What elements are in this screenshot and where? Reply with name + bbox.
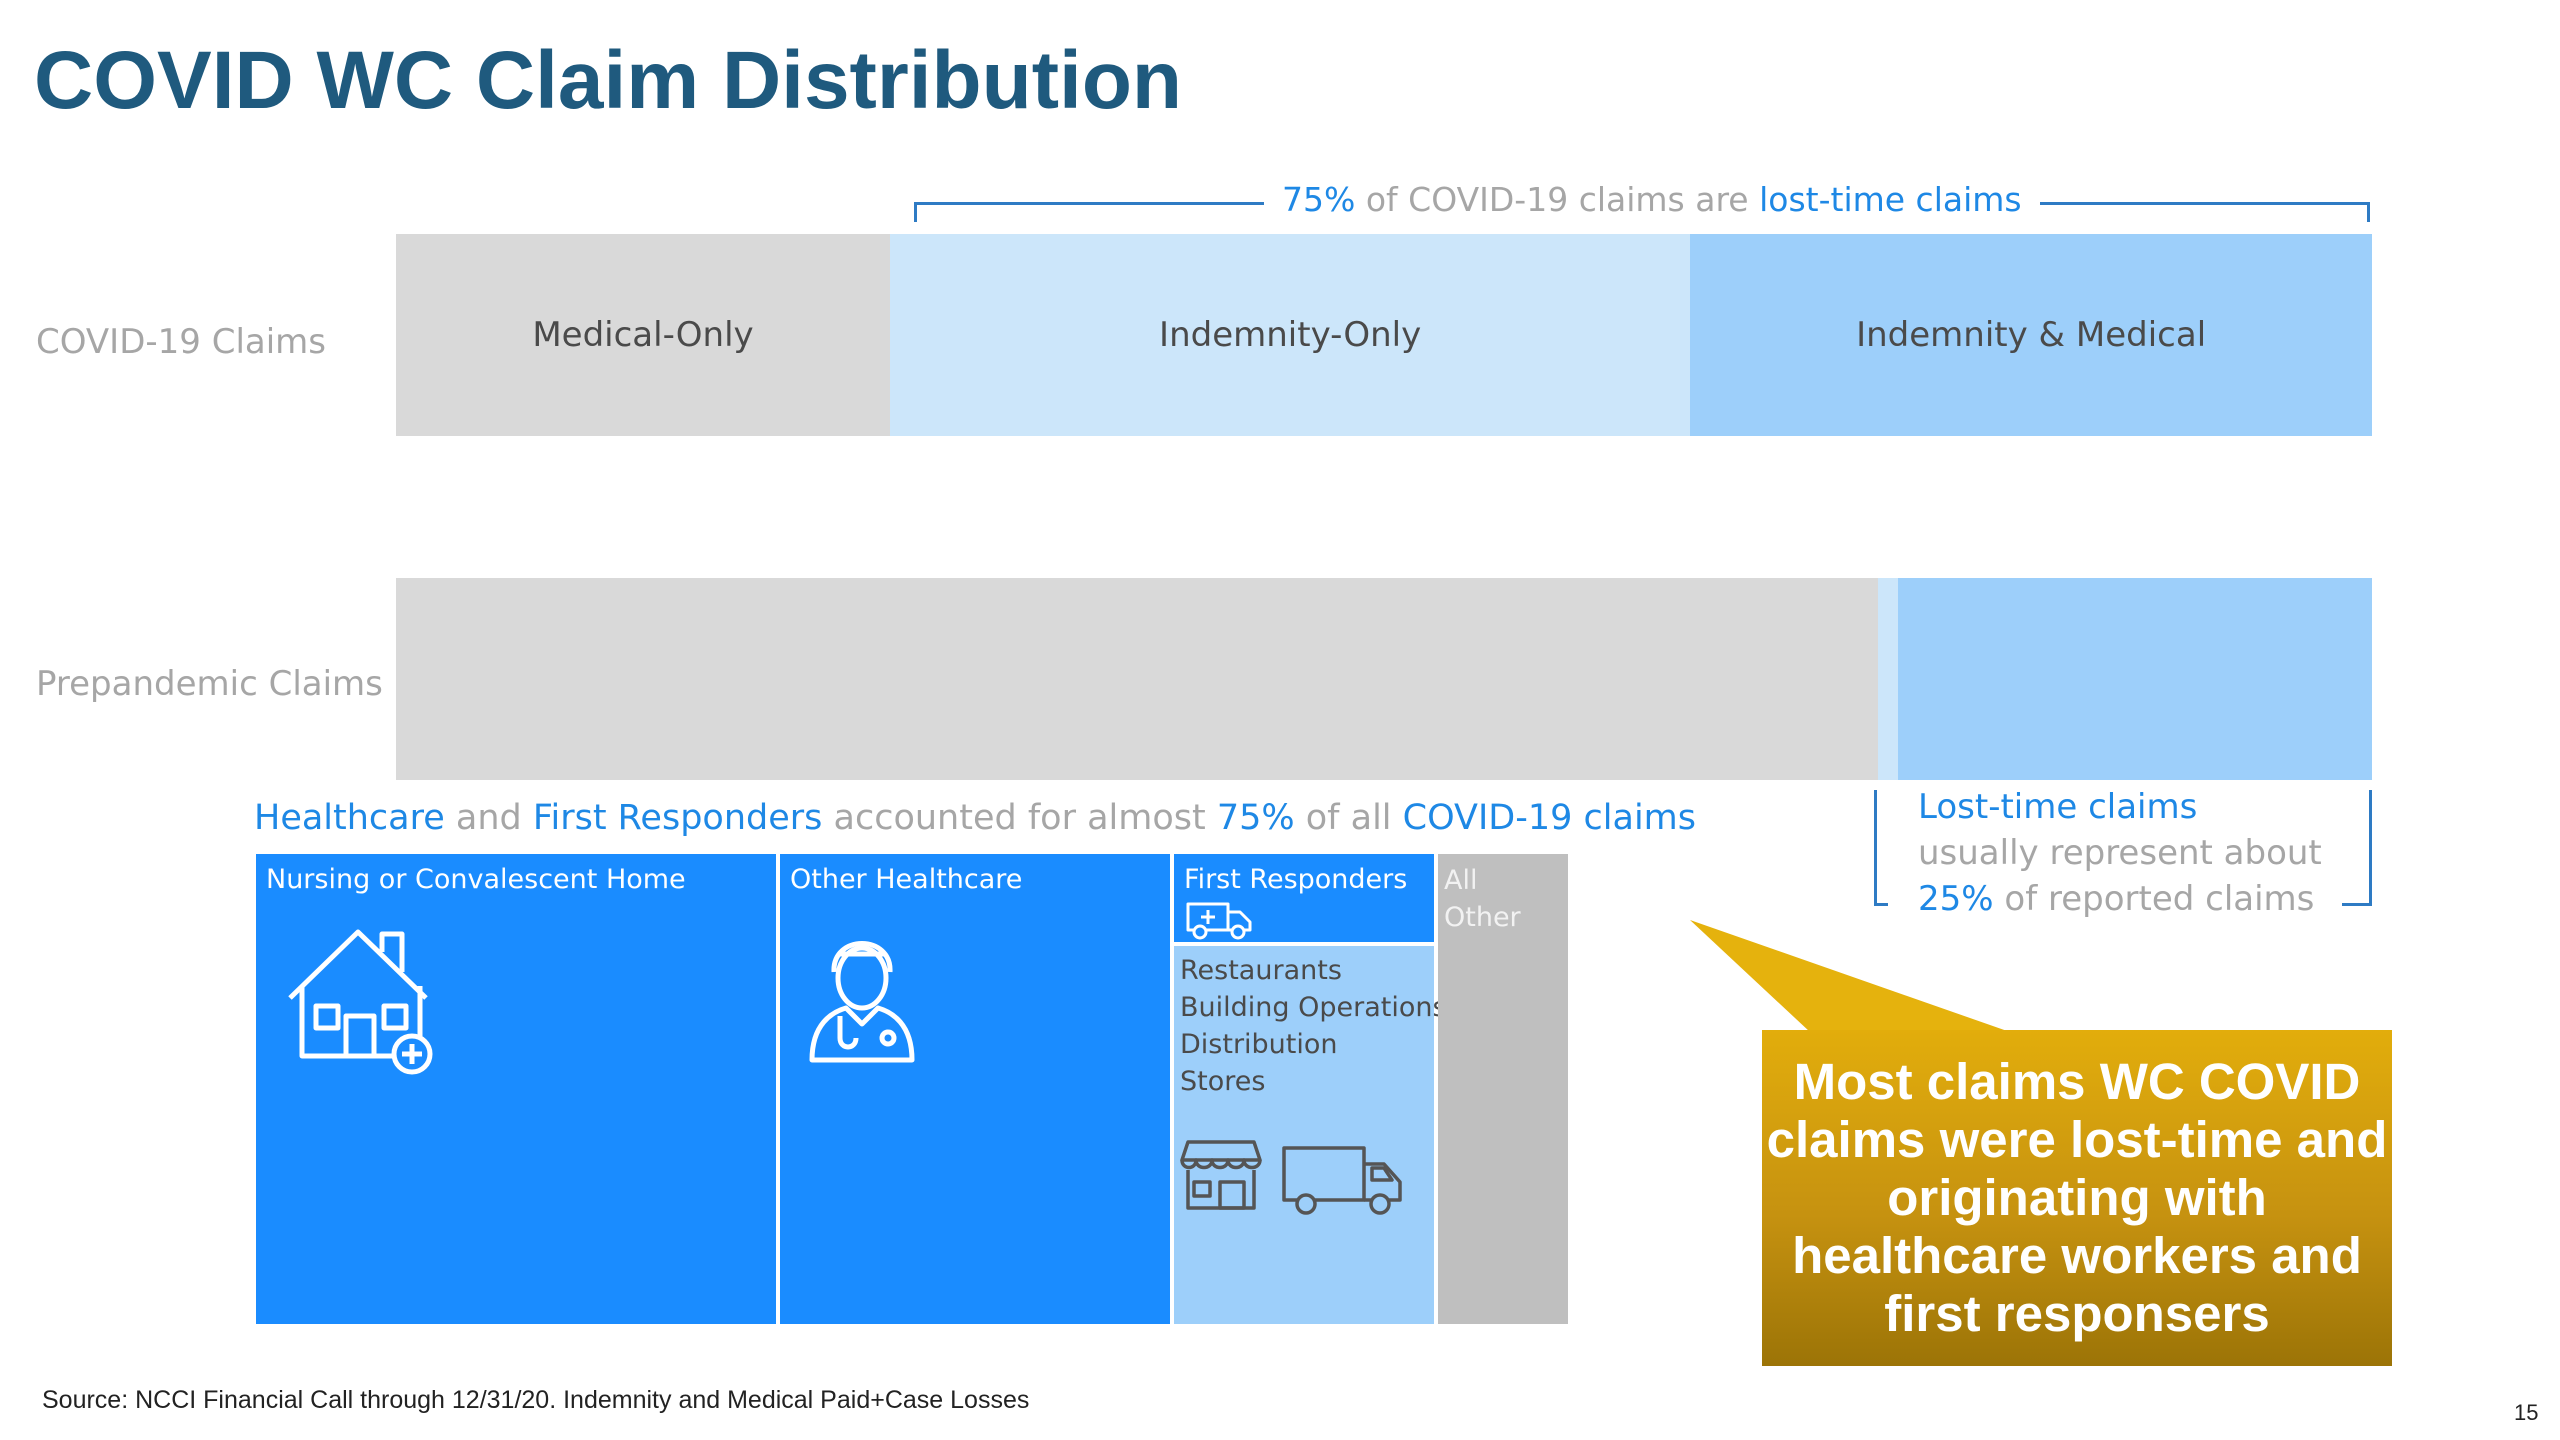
house-medical-icon (288, 929, 433, 1075)
bracket-bottom-line1: Lost-time claims (1918, 787, 2198, 827)
treemap: Nursing or Convalescent Home Other Healt… (256, 854, 1568, 1324)
bar-segment-label: Medical-Only (532, 315, 754, 355)
treemap-cell-all-other: All Other (1438, 854, 1568, 1324)
row-label-prepandemic: Prepandemic Claims (36, 664, 383, 704)
callout-box: Most claims WC COVID claims were lost-ti… (1762, 1030, 2392, 1366)
bracket-bottom-line2: usually represent about (1918, 832, 2322, 873)
heading-pct: 75% (1216, 798, 1295, 838)
callout-text: Most claims WC COVID claims were lost-ti… (1766, 1053, 2388, 1342)
slide-title: COVID WC Claim Distribution (34, 35, 1182, 126)
treemap-cell-restaurants: Restaurants Building Operations Distribu… (1174, 946, 1447, 1324)
bar-covid-claims: Medical-Only Indemnity-Only Indemnity & Me… (396, 234, 2372, 436)
bracket-bottom-label: Lost-time claims usually represent about… (1888, 785, 2342, 923)
bar-segment-medical-only: Medical-Only (396, 234, 890, 436)
bar-segment-indemnity-medical (1897, 578, 2372, 780)
bar-segment-indemnity-only (1878, 578, 1898, 780)
bar-segment-label: Indemnity & Medical (1856, 315, 2207, 355)
treemap-label-other-healthcare: Other Healthcare (790, 864, 1023, 895)
bar-segment-indemnity-only: Indemnity-Only (890, 234, 1691, 436)
treemap-label-first-responders: First Responders (1184, 864, 1408, 895)
bar-prepandemic-claims (396, 578, 2372, 780)
bar-segment-medical-only (396, 578, 1878, 780)
treemap-cell-first-responders: First Responders (1174, 854, 1438, 946)
heading-healthcare: Healthcare (254, 798, 445, 838)
bracket-top-middle: of COVID-19 claims are (1365, 180, 1749, 219)
heading-of-all: of all (1294, 798, 1403, 838)
nurse-icon (809, 941, 915, 1063)
row-label-covid: COVID-19 Claims (36, 322, 327, 362)
callout-pointer (1690, 920, 2010, 1032)
bar-segment-indemnity-medical: Indemnity & Medical (1690, 234, 2372, 436)
bar-segment-label: Indemnity-Only (1159, 315, 1422, 355)
heading-first-responders: First Responders (532, 798, 823, 838)
page-number: 15 (2514, 1400, 2539, 1425)
treemap-label-all-other: All Other (1444, 865, 1521, 933)
storefront-icon (1180, 1140, 1262, 1210)
bracket-top-label: 75% of COVID-19 claims are lost-time cla… (1264, 180, 2040, 219)
bracket-top-pct: 75% (1282, 180, 1356, 219)
bracket-top-tail: lost-time claims (1759, 180, 2022, 219)
treemap-label-restaurants: Restaurants Building Operations Distribu… (1180, 955, 1447, 1097)
heading-accounted: accounted for almost (822, 798, 1217, 838)
source-note: Source: NCCI Financial Call through 12/3… (42, 1386, 1030, 1414)
treemap-label-nursing: Nursing or Convalescent Home (266, 864, 686, 895)
bracket-bottom-pct: 25% (1918, 878, 1994, 919)
treemap-cell-nursing: Nursing or Convalescent Home (256, 854, 780, 1324)
heading-and: and (444, 798, 533, 838)
ambulance-icon (1186, 902, 1252, 940)
delivery-truck-icon (1282, 1146, 1402, 1215)
heading-covid-claims: COVID-19 claims (1402, 798, 1697, 838)
treemap-cell-other-healthcare: Other Healthcare (780, 854, 1174, 1324)
bracket-bottom-line3: of reported claims (2004, 878, 2315, 919)
treemap-heading: Healthcare and First Responders accounte… (254, 798, 1696, 838)
